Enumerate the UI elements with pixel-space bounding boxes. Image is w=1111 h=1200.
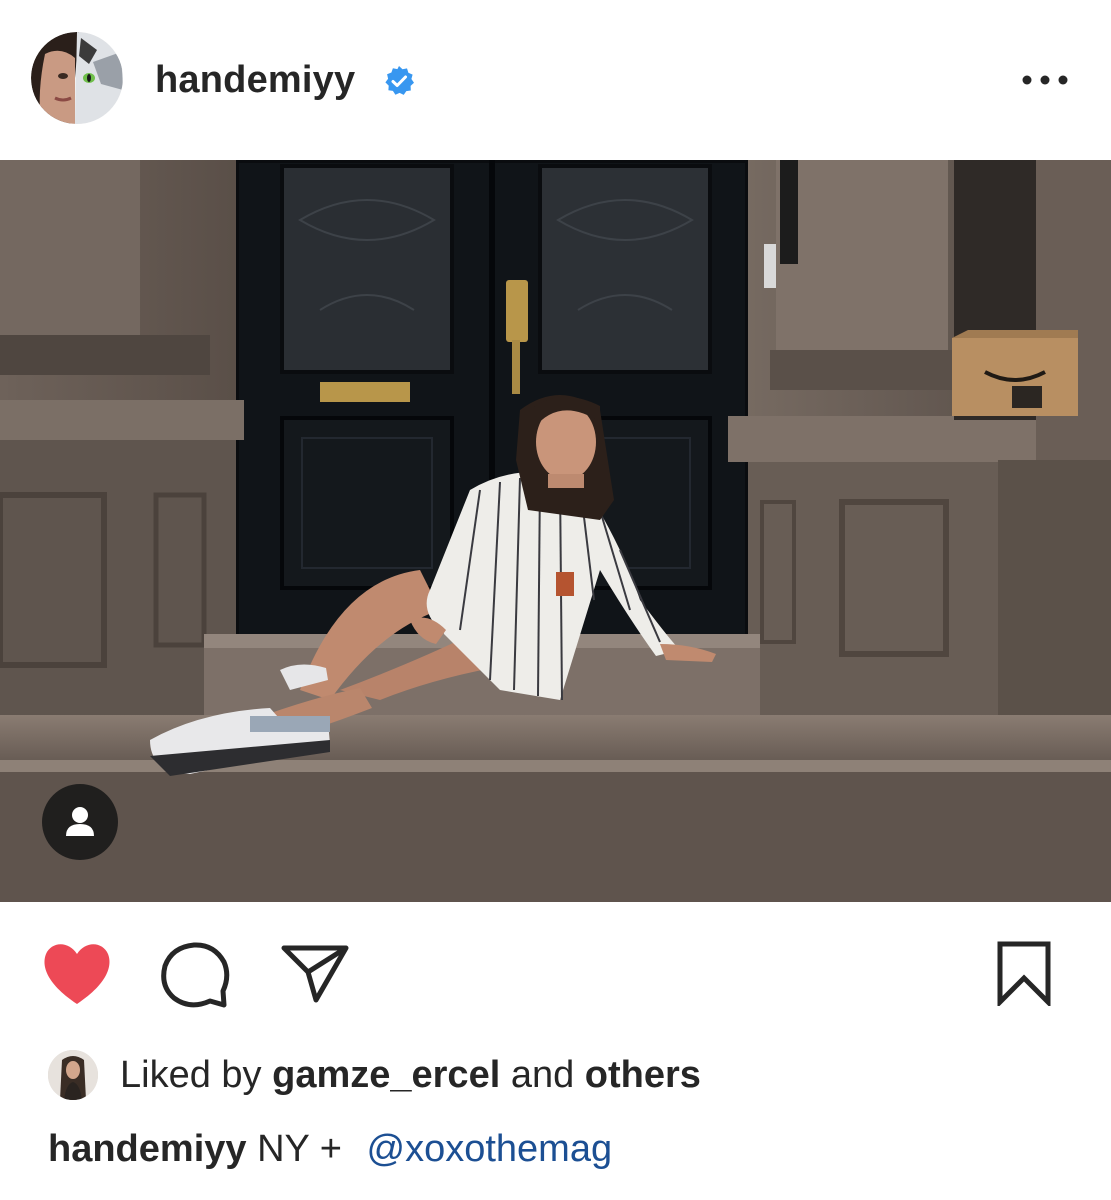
likes-and: and	[510, 1054, 575, 1096]
post-photo[interactable]	[0, 160, 1111, 902]
photo-image	[0, 160, 1111, 902]
heart-filled-icon[interactable]	[40, 940, 114, 1006]
caption-text: NY +	[257, 1128, 342, 1170]
post-header: handemiyy	[0, 0, 1111, 160]
likes-user-link[interactable]: gamze_ercel	[272, 1054, 500, 1096]
post-username[interactable]: handemiyy	[155, 58, 355, 102]
tag-people-button[interactable]	[42, 784, 118, 860]
profile-avatar[interactable]	[31, 32, 123, 124]
paper-plane-icon[interactable]	[280, 942, 350, 1004]
caption-username[interactable]: handemiyy	[48, 1128, 247, 1170]
instagram-post: handemiyy Liked by gamze_ercel and other…	[0, 0, 1111, 1200]
likes-others-link[interactable]: others	[585, 1054, 701, 1096]
bookmark-icon[interactable]	[992, 940, 1056, 1006]
person-icon	[66, 807, 94, 836]
likes-summary: Liked by gamze_ercel and others	[120, 1053, 701, 1097]
liker-avatar-image	[48, 1050, 98, 1100]
more-horizontal-icon[interactable]	[1018, 62, 1072, 98]
post-caption: handemiyy NY + @xoxothemag	[48, 1127, 612, 1171]
likes-prefix: Liked by	[120, 1054, 262, 1096]
comment-bubble-icon[interactable]	[160, 942, 230, 1008]
avatar-image	[31, 32, 123, 124]
liker-avatar[interactable]	[48, 1050, 98, 1100]
verified-badge-icon	[385, 66, 414, 95]
caption-mention-link[interactable]: @xoxothemag	[367, 1128, 613, 1170]
